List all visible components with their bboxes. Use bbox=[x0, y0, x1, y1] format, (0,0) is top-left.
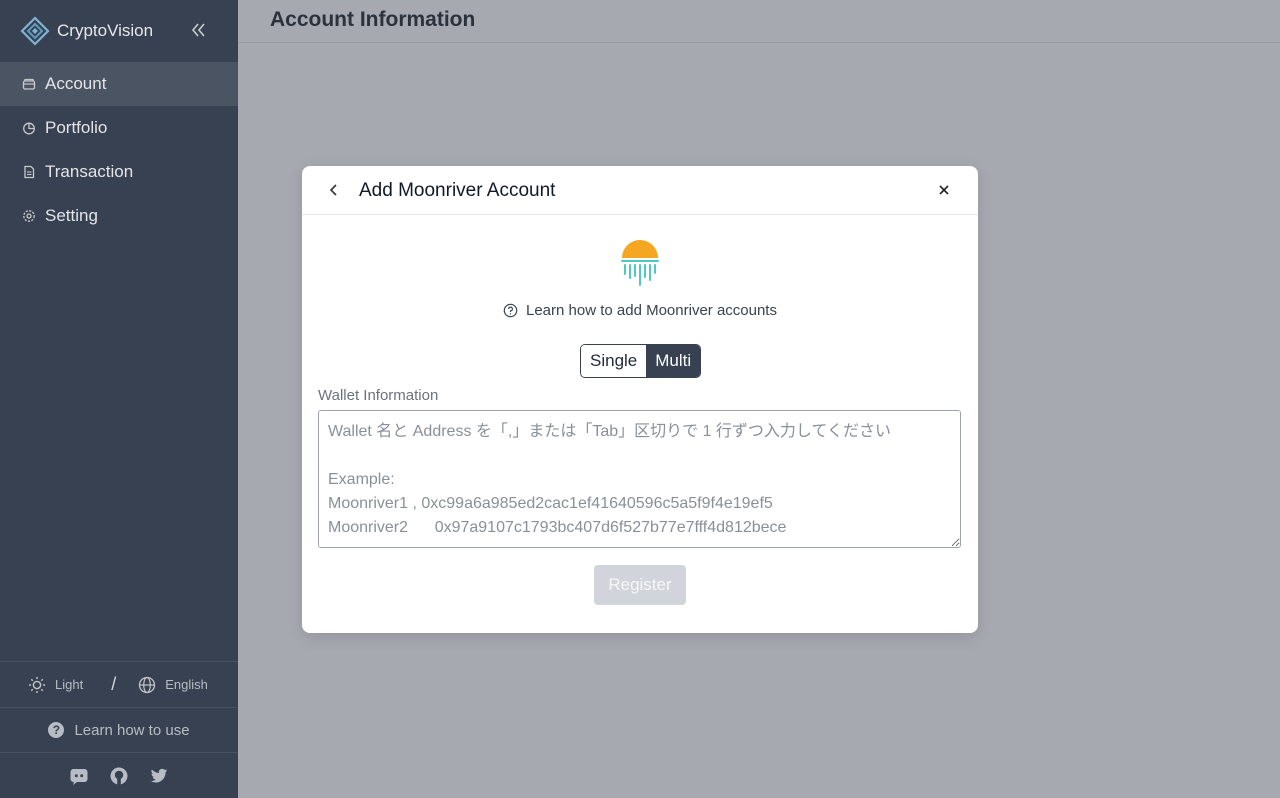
learn-how-to-use-label: Learn how to use bbox=[74, 721, 190, 739]
sidebar-item-label: Portfolio bbox=[45, 118, 108, 137]
brand[interactable]: CryptoVision bbox=[20, 16, 153, 46]
discord-icon[interactable] bbox=[69, 766, 89, 786]
sidebar: CryptoVision Account Portfolio Transacti… bbox=[0, 0, 238, 798]
close-icon[interactable] bbox=[936, 182, 952, 198]
cryptovision-logo-icon bbox=[20, 16, 50, 46]
preferences-row: Light / English bbox=[0, 661, 238, 707]
sidebar-footer: Light / English ? Learn how to use bbox=[0, 661, 238, 798]
sidebar-item-portfolio[interactable]: Portfolio bbox=[0, 106, 238, 150]
document-icon bbox=[24, 165, 35, 179]
help-circle-icon bbox=[503, 303, 518, 318]
social-links bbox=[0, 752, 238, 798]
language-selector[interactable]: English bbox=[138, 676, 208, 694]
modal-title: Add Moonriver Account bbox=[359, 180, 556, 201]
brand-name: CryptoVision bbox=[57, 21, 154, 40]
multi-mode-button[interactable]: Multi bbox=[646, 345, 701, 377]
sidebar-item-label: Account bbox=[45, 74, 107, 93]
sidebar-nav: Account Portfolio Transaction Setting bbox=[0, 62, 238, 238]
globe-icon bbox=[139, 676, 156, 693]
sidebar-item-setting[interactable]: Setting bbox=[0, 194, 238, 238]
gear-icon bbox=[23, 210, 35, 222]
pie-chart-icon bbox=[23, 122, 35, 135]
github-icon[interactable] bbox=[109, 766, 129, 786]
twitter-icon[interactable] bbox=[149, 766, 169, 786]
language-label: English bbox=[165, 677, 208, 692]
register-button[interactable]: Register bbox=[594, 565, 686, 605]
add-account-modal: Add Moonriver Account Learn how to add M… bbox=[302, 166, 978, 633]
wallet-information-input[interactable] bbox=[318, 410, 961, 548]
page-header: Account Information bbox=[238, 0, 1280, 43]
separator: / bbox=[111, 674, 117, 694]
single-mode-button[interactable]: Single bbox=[581, 345, 647, 377]
modal-header: Add Moonriver Account bbox=[302, 166, 978, 215]
page-title: Account Information bbox=[270, 8, 476, 31]
theme-label: Light bbox=[55, 677, 84, 692]
wallet-information-label: Wallet Information bbox=[318, 387, 439, 404]
sidebar-item-account[interactable]: Account bbox=[0, 62, 238, 106]
mode-toggle: Single Multi bbox=[580, 344, 702, 378]
back-arrow-icon[interactable] bbox=[326, 182, 342, 198]
sidebar-item-transaction[interactable]: Transaction bbox=[0, 150, 238, 194]
learn-add-accounts-link[interactable]: Learn how to add Moonriver accounts bbox=[302, 302, 978, 319]
learn-how-to-use-link[interactable]: ? Learn how to use bbox=[0, 707, 238, 752]
moonriver-logo-icon bbox=[621, 240, 659, 286]
learn-add-accounts-label: Learn how to add Moonriver accounts bbox=[526, 302, 777, 319]
sun-icon bbox=[29, 676, 45, 693]
collapse-sidebar-icon[interactable] bbox=[188, 20, 208, 40]
help-icon: ? bbox=[48, 722, 65, 738]
account-icon bbox=[22, 78, 36, 90]
sidebar-item-label: Setting bbox=[45, 206, 98, 225]
theme-toggle[interactable]: Light bbox=[28, 676, 83, 694]
sidebar-item-label: Transaction bbox=[45, 162, 134, 181]
